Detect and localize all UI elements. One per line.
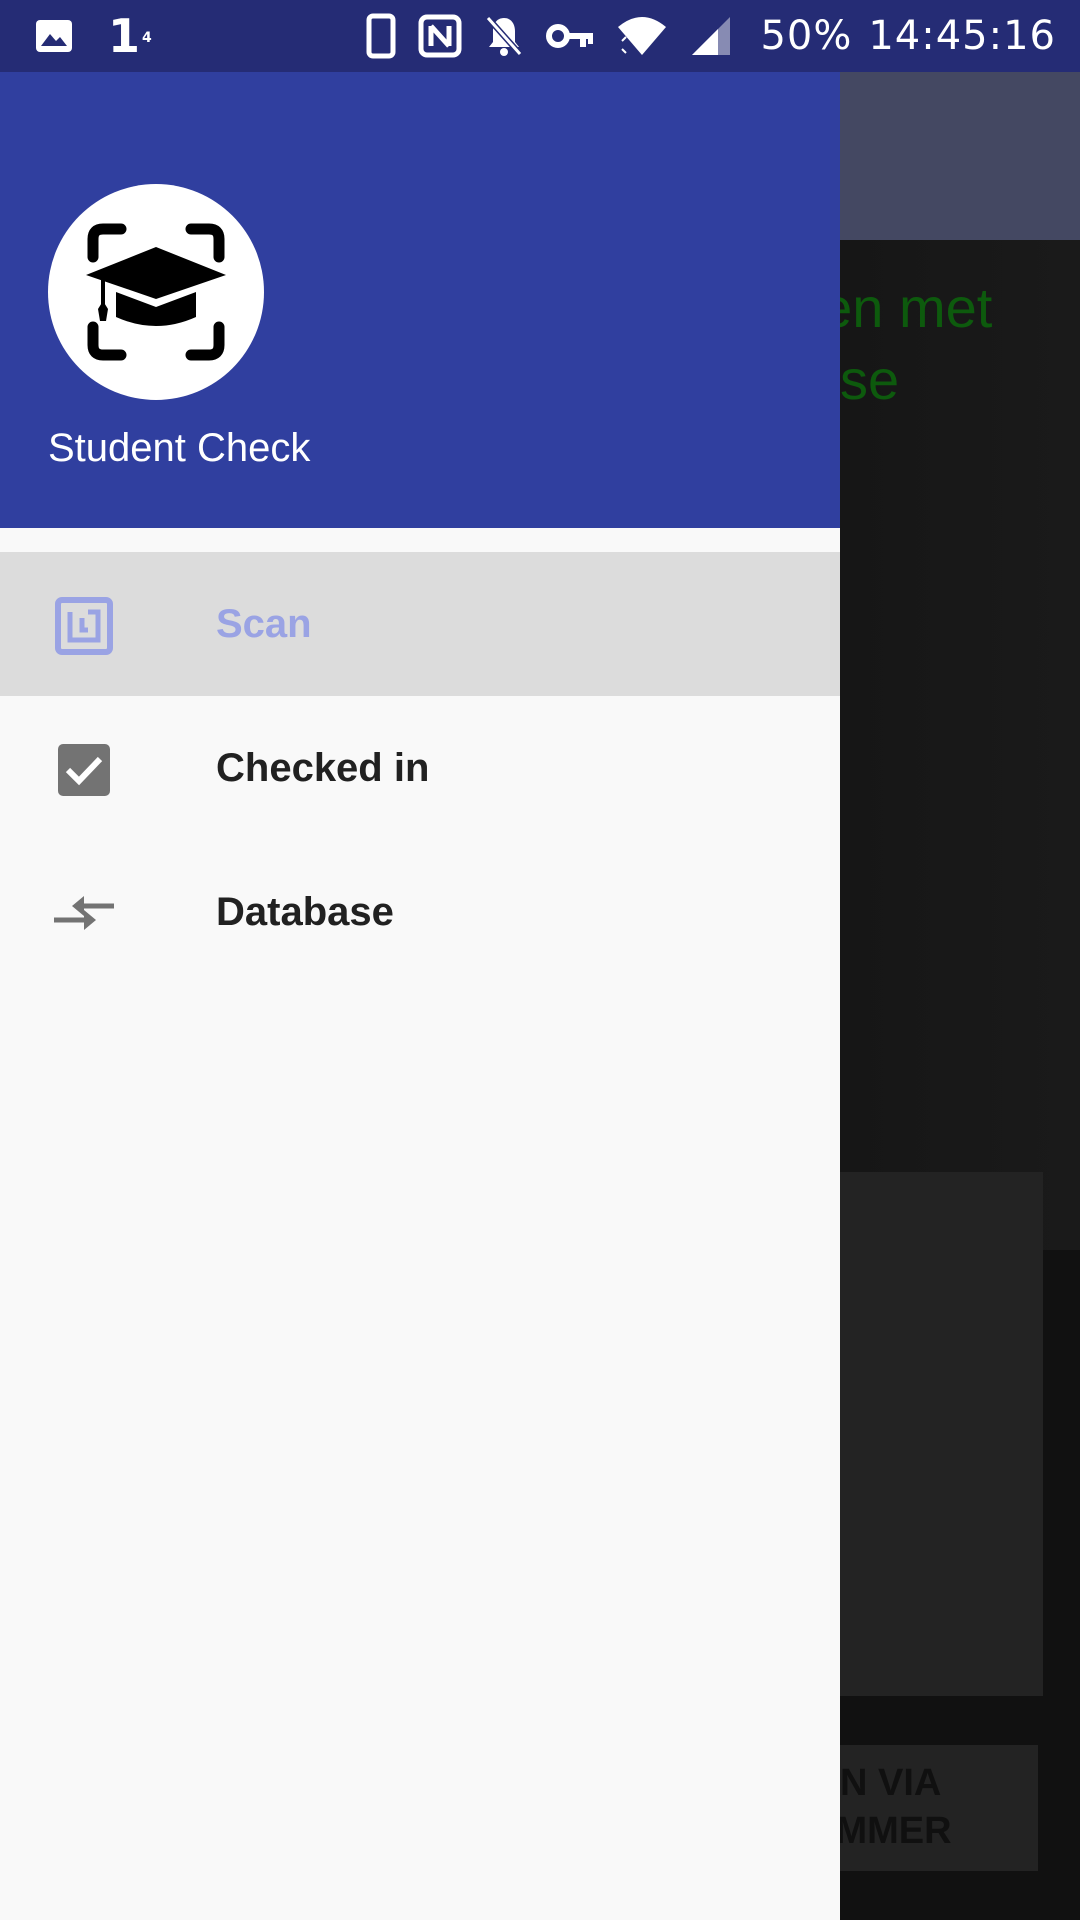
battery-percentage: 50% (760, 13, 853, 59)
menu-label-scan: Scan (216, 601, 312, 646)
status-bar: 14 50% 14:45:16 (0, 0, 1080, 72)
app-title: Student Check (48, 426, 311, 470)
phone-icon (366, 13, 396, 59)
checkbox-checked-icon (52, 738, 116, 802)
clock: 14:45:16 (868, 13, 1056, 59)
menu-item-database[interactable]: Database (0, 840, 840, 984)
menu-label-checked-in: Checked in (216, 745, 430, 790)
cell-signal-icon (690, 15, 732, 57)
navigation-drawer: Student Check Scan Checked in Database (0, 72, 840, 1920)
nfc-icon (418, 14, 462, 58)
drawer-header: Student Check (0, 72, 840, 528)
menu-label-database: Database (216, 889, 394, 934)
wifi-icon (616, 15, 668, 57)
notifications-off-icon (484, 14, 524, 58)
gallery-icon (34, 16, 74, 56)
notification-count: 14 (108, 9, 152, 63)
background-panel (840, 1172, 1043, 1696)
graduation-cap-scan-icon (48, 184, 264, 400)
drawer-menu: Scan Checked in Database (0, 552, 840, 984)
menu-item-scan[interactable]: Scan (0, 552, 840, 696)
compare-arrows-icon (52, 882, 116, 946)
vpn-key-icon (546, 21, 594, 51)
nfc-icon (52, 594, 116, 658)
menu-item-checked-in[interactable]: Checked in (0, 696, 840, 840)
